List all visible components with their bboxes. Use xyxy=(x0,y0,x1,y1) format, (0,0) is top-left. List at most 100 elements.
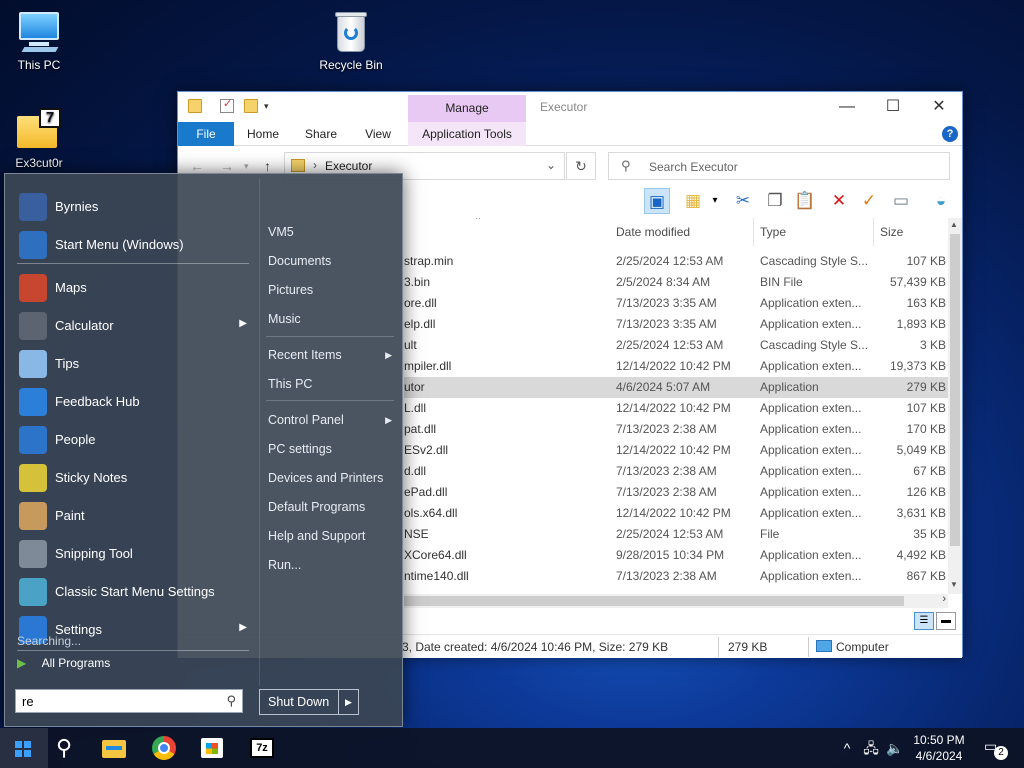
scroll-thumb[interactable] xyxy=(950,234,960,546)
file-row[interactable]: XCore64.dll 9/28/2015 10:34 PM Application… xyxy=(404,545,950,566)
program-item[interactable]: Snipping Tool xyxy=(17,537,249,571)
place-item[interactable]: PC settings xyxy=(268,437,396,461)
maximize-button[interactable]: ☐ xyxy=(870,92,916,122)
file-row[interactable]: NSE 2/25/2024 12:53 AM File 35 KB xyxy=(404,524,950,545)
place-item[interactable]: Recent Items ▶ xyxy=(268,343,396,367)
new-folder-icon[interactable]: ▦ xyxy=(680,188,706,214)
search-icon[interactable]: ⚲ xyxy=(226,693,236,709)
desktop-icon-this-pc[interactable]: This PC xyxy=(0,10,78,72)
taskbar-file-explorer[interactable] xyxy=(90,728,138,768)
paste-icon[interactable]: 📋 xyxy=(792,188,818,214)
place-item[interactable]: Default Programs xyxy=(268,495,396,519)
delete-icon[interactable]: ✕ xyxy=(826,188,852,214)
new-folder-icon[interactable] xyxy=(244,99,258,113)
file-row[interactable]: elp.dll 7/13/2023 3:35 AM Application exte… xyxy=(404,314,950,335)
preview-pane-icon[interactable]: ▣ xyxy=(644,188,670,214)
close-button[interactable]: ✕ xyxy=(916,92,962,122)
scroll-right-icon[interactable]: › xyxy=(942,593,946,605)
rename-check-icon[interactable]: ✓ xyxy=(856,188,882,214)
file-row[interactable]: ntime140.dll 7/13/2023 2:38 AM Application… xyxy=(404,566,950,587)
file-row[interactable]: utor 4/6/2024 5:07 AM Application 279 KB xyxy=(404,377,950,398)
file-row[interactable]: strap.min 2/25/2024 12:53 AM Cascading Sty… xyxy=(404,251,950,272)
program-item[interactable]: Byrnies xyxy=(17,190,249,224)
horizontal-scrollbar[interactable]: › xyxy=(404,593,948,608)
file-row[interactable]: mpiler.dll 12/14/2022 10:42 PM Application… xyxy=(404,356,950,377)
place-item[interactable]: This PC xyxy=(268,372,396,396)
place-item[interactable]: Pictures xyxy=(268,278,396,302)
help-icon[interactable]: ? xyxy=(942,126,958,142)
chevron-up-icon[interactable]: ^ xyxy=(838,728,856,768)
shut-down-options-icon[interactable]: ▶ xyxy=(338,690,358,714)
file-row[interactable]: pat.dll 7/13/2023 2:38 AM Application exte… xyxy=(404,419,950,440)
tab-file[interactable]: File xyxy=(178,122,234,146)
desktop-icon-ex3cut0r[interactable]: 7 Ex3cut0r xyxy=(0,108,78,170)
properties-icon[interactable]: ▭ xyxy=(888,188,914,214)
scroll-down-icon[interactable]: ▼ xyxy=(950,580,958,589)
file-row[interactable]: ESv2.dll 12/14/2022 10:42 PM Application e… xyxy=(404,440,950,461)
recent-locations-icon[interactable]: ▾ xyxy=(244,161,249,172)
place-item[interactable]: VM5 xyxy=(268,220,396,244)
program-item[interactable]: Classic Start Menu Settings xyxy=(17,575,249,609)
program-item[interactable]: Start Menu (Windows) xyxy=(17,228,249,262)
tab-application-tools[interactable]: Application Tools xyxy=(408,122,526,146)
notification-center-button[interactable]: ▭ 2 xyxy=(984,738,1008,760)
cut-icon[interactable]: ✂ xyxy=(730,188,756,214)
program-item[interactable]: People xyxy=(17,423,249,457)
customize-quick-access-icon[interactable]: ▾ xyxy=(264,101,278,115)
scroll-thumb[interactable] xyxy=(404,596,904,606)
file-row[interactable]: ols.x64.dll 12/14/2022 10:42 PM Applicatio… xyxy=(404,503,950,524)
start-search-input[interactable]: re ⚲ xyxy=(15,689,243,713)
forward-arrow-icon[interactable]: → xyxy=(220,158,234,174)
column-header-size[interactable]: Size xyxy=(874,218,950,246)
manage-context-tab[interactable]: Manage xyxy=(408,95,526,122)
program-item[interactable]: Sticky Notes xyxy=(17,461,249,495)
refresh-button[interactable]: ↻ xyxy=(566,152,596,180)
network-icon[interactable]: 🖧 xyxy=(860,728,882,768)
volume-muted-icon[interactable]: 🔈 xyxy=(884,728,906,768)
place-item[interactable]: Documents xyxy=(268,249,396,273)
minimize-button[interactable]: — xyxy=(824,92,870,122)
copy-icon[interactable]: ❐ xyxy=(762,188,788,214)
taskbar-search-button[interactable]: ⚲ xyxy=(40,728,88,768)
up-arrow-icon[interactable]: ↑ xyxy=(264,158,271,174)
file-row[interactable]: ePad.dll 7/13/2023 2:38 AM Application ext… xyxy=(404,482,950,503)
taskbar-7zip[interactable]: 7z xyxy=(238,728,286,768)
tab-share[interactable]: Share xyxy=(298,122,344,146)
column-header-type[interactable]: Type xyxy=(754,218,874,246)
program-item[interactable]: Tips xyxy=(17,347,249,381)
program-item[interactable]: Maps xyxy=(17,271,249,305)
vertical-scrollbar[interactable]: ▲ ▼ xyxy=(948,218,962,594)
details-view-icon[interactable]: ☰ xyxy=(914,612,934,630)
place-item[interactable]: Run... xyxy=(268,553,396,577)
shell-icon[interactable]: ◒ xyxy=(928,188,954,214)
file-row[interactable]: ore.dll 7/13/2023 3:35 AM Application exte… xyxy=(404,293,950,314)
tab-home[interactable]: Home xyxy=(240,122,286,146)
column-header-date[interactable]: Date modified xyxy=(610,218,754,246)
file-row[interactable]: L.dll 12/14/2022 10:42 PM Application exte… xyxy=(404,398,950,419)
large-icons-view-icon[interactable]: ▬ xyxy=(936,612,956,630)
taskbar-chrome[interactable] xyxy=(140,728,188,768)
back-arrow-icon[interactable]: ← xyxy=(190,158,204,174)
program-item[interactable]: Calculator ▶ xyxy=(17,309,249,343)
program-item[interactable]: Feedback Hub xyxy=(17,385,249,419)
all-programs-link[interactable]: ▶ All Programs xyxy=(17,656,110,670)
desktop-icon-recycle-bin[interactable]: Recycle Bin xyxy=(312,10,390,72)
taskbar-store[interactable] xyxy=(188,728,236,768)
file-row[interactable]: 3.bin 2/5/2024 8:34 AM BIN File 57,439 KB xyxy=(404,272,950,293)
properties-icon[interactable] xyxy=(220,97,234,113)
place-item[interactable]: Devices and Printers xyxy=(268,466,396,490)
place-item[interactable]: Music xyxy=(268,307,396,331)
chevron-down-icon[interactable]: ⌄ xyxy=(546,158,556,172)
scroll-up-icon[interactable]: ▲ xyxy=(950,220,958,229)
chevron-down-icon[interactable]: ▾ xyxy=(708,188,722,214)
tab-view[interactable]: View xyxy=(356,122,400,146)
clock[interactable]: 10:50 PM 4/6/2024 xyxy=(906,732,972,764)
place-item[interactable]: Help and Support xyxy=(268,524,396,548)
file-row[interactable]: d.dll 7/13/2023 2:38 AM Application exten.… xyxy=(404,461,950,482)
shut-down-button[interactable]: Shut Down ▶ xyxy=(259,689,359,715)
file-row[interactable]: ult 2/25/2024 12:53 AM Cascading Style S..… xyxy=(404,335,950,356)
chevron-right-icon[interactable]: › xyxy=(313,158,317,172)
program-item[interactable]: Paint xyxy=(17,499,249,533)
place-item[interactable]: Control Panel ▶ xyxy=(268,408,396,432)
search-input[interactable]: ⚲ Search Executor xyxy=(608,152,950,180)
